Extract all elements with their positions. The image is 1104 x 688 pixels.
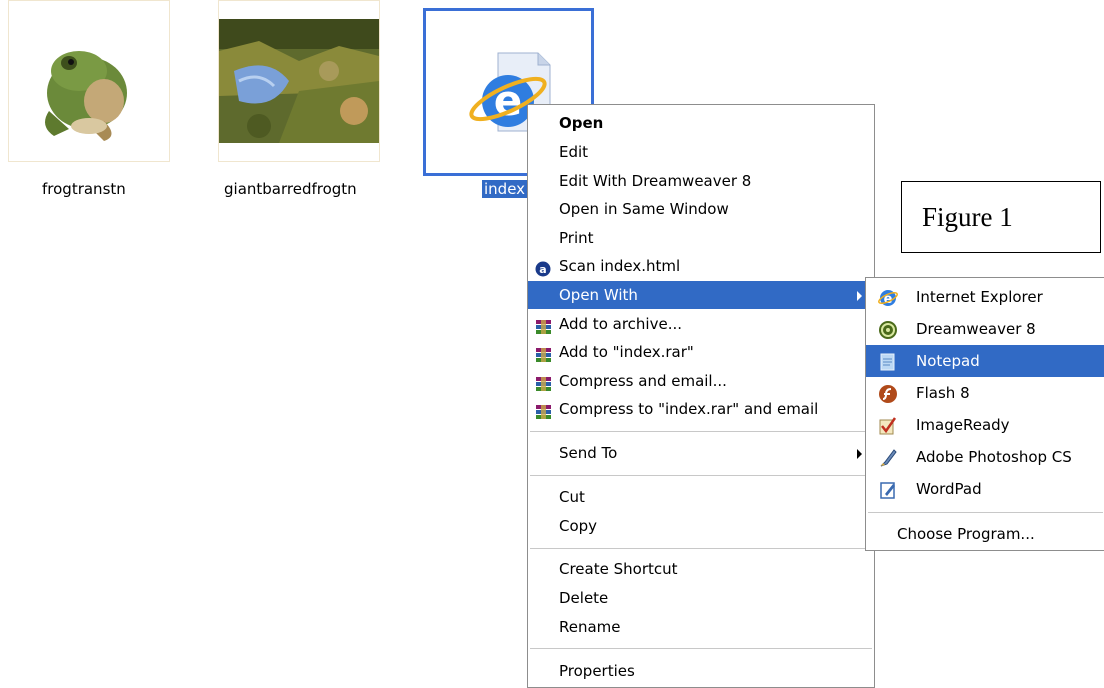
menu-item-compress-and-email[interactable]: Compress and email...	[528, 367, 874, 395]
file-name-giantbarredfrogtn[interactable]: giantbarredfrogtn	[224, 180, 357, 198]
menu-item-create-shortcut[interactable]: Create Shortcut	[528, 555, 874, 583]
figure-caption: Figure 1	[901, 181, 1101, 253]
menu-item-open-with[interactable]: Open With	[528, 281, 874, 309]
menu-separator	[530, 648, 872, 649]
menu-item-copy[interactable]: Copy	[528, 512, 874, 540]
menu-item-edit[interactable]: Edit	[528, 138, 874, 166]
submenu-item-wordpad[interactable]: WordPad	[866, 473, 1104, 505]
submenu-item-dreamweaver[interactable]: Dreamweaver 8	[866, 313, 1104, 345]
flash-icon	[878, 383, 898, 403]
frog-photo-image	[219, 19, 379, 143]
internet-explorer-icon: e	[878, 287, 898, 307]
antivirus-scan-icon: a	[535, 258, 552, 277]
menu-item-add-to-index-rar[interactable]: Add to "index.rar"	[528, 338, 874, 366]
imageready-icon	[878, 415, 898, 435]
menu-separator	[530, 548, 872, 549]
file-name-frogtranstn[interactable]: frogtranstn	[42, 180, 126, 198]
menu-item-open[interactable]: Open	[528, 109, 874, 137]
menu-item-scan[interactable]: a Scan index.html	[528, 252, 874, 280]
submenu-item-internet-explorer[interactable]: e Internet Explorer	[866, 281, 1104, 313]
menu-item-print[interactable]: Print	[528, 224, 874, 252]
submenu-item-notepad[interactable]: Notepad	[866, 345, 1104, 377]
menu-separator	[868, 512, 1103, 513]
frog-thumbnail[interactable]	[8, 0, 170, 162]
menu-separator	[530, 475, 872, 476]
menu-item-cut[interactable]: Cut	[528, 483, 874, 511]
wordpad-icon	[878, 479, 898, 499]
submenu-item-flash[interactable]: Flash 8	[866, 377, 1104, 409]
submenu-item-photoshop[interactable]: Adobe Photoshop CS	[866, 441, 1104, 473]
open-with-submenu: e Internet Explorer Dreamweaver 8 Notepa…	[865, 277, 1104, 551]
menu-separator	[530, 431, 872, 432]
figure-caption-text: Figure 1	[922, 202, 1013, 232]
menu-item-edit-with-dreamweaver[interactable]: Edit With Dreamweaver 8	[528, 167, 874, 195]
submenu-arrow-icon	[857, 291, 862, 301]
winrar-icon	[535, 401, 552, 419]
frog-image	[45, 51, 127, 141]
dreamweaver-icon	[878, 319, 898, 339]
menu-item-delete[interactable]: Delete	[528, 584, 874, 612]
menu-item-open-in-same-window[interactable]: Open in Same Window	[528, 195, 874, 223]
svg-text:a: a	[539, 263, 546, 276]
file-name-index[interactable]: index	[482, 180, 530, 198]
submenu-item-imageready[interactable]: ImageReady	[866, 409, 1104, 441]
menu-item-send-to[interactable]: Send To	[528, 439, 874, 467]
winrar-icon	[535, 316, 552, 334]
photoshop-icon	[878, 447, 898, 467]
menu-item-rename[interactable]: Rename	[528, 613, 874, 641]
notepad-icon	[878, 351, 898, 371]
giant-barred-frog-thumbnail[interactable]	[218, 0, 380, 162]
menu-item-add-to-archive[interactable]: Add to archive...	[528, 310, 874, 338]
winrar-icon	[535, 373, 552, 391]
context-menu: Open Edit Edit With Dreamweaver 8 Open i…	[527, 104, 875, 688]
submenu-item-choose-program[interactable]: Choose Program...	[866, 518, 1104, 550]
winrar-icon	[535, 344, 552, 362]
submenu-arrow-icon	[857, 449, 862, 459]
menu-item-compress-to-index-rar-and-email[interactable]: Compress to "index.rar" and email	[528, 395, 874, 423]
